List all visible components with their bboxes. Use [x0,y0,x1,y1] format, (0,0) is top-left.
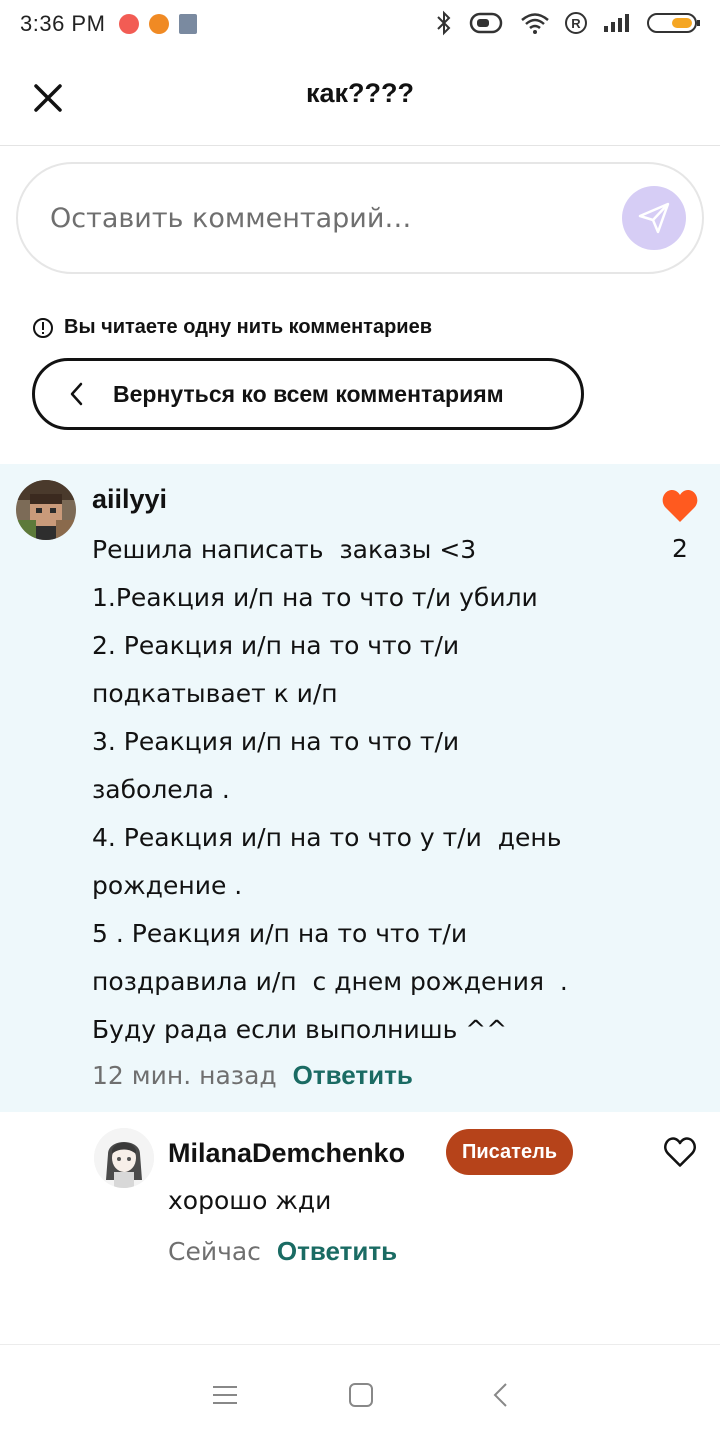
comment-line: поздравила и/п с днем рождения . [92,967,568,996]
comment-line: 1.Реакция и/п на то что т/и убили [92,583,538,612]
back-icon [493,1383,507,1407]
reply-meta: Сейчас Ответить [168,1236,397,1267]
comment-author[interactable]: aiilyyi [92,484,167,515]
comment-meta: 12 мин. назад Ответить [92,1060,413,1091]
status-system-icons: R [434,10,702,36]
comment-line: 4. Реакция и/п на то что у т/и день [92,823,562,852]
send-button[interactable] [622,186,686,250]
menu-nav-button[interactable] [205,1375,245,1415]
menu-icon [213,1386,237,1404]
reply-text: хорошо жди [168,1186,332,1215]
like-button[interactable] [660,486,700,526]
status-bar: 3:36 PM R [0,0,720,48]
writer-badge: Писатель [446,1129,574,1175]
back-to-all-comments-button[interactable]: Вернуться ко всем комментариям [32,358,584,430]
home-square-icon [349,1383,373,1407]
comment-input-container [16,162,704,274]
chevron-left-icon [70,382,83,406]
reply-button[interactable]: Ответить [277,1236,397,1267]
status-app-icons [119,14,198,34]
heart-filled-icon [662,490,698,522]
calculator-app-icon [179,14,198,34]
comment-body: Решила написать заказы <3 1.Реакция и/п … [92,526,612,1054]
comment-line: 2. Реакция и/п на то что т/и [92,631,460,660]
heart-outline-icon [664,1137,696,1167]
avatar[interactable] [16,480,76,540]
comment-line: Решила написать заказы <3 [92,535,477,564]
reply-time: Сейчас [168,1237,261,1266]
battery-icon [647,13,700,33]
comment-line: Буду рада если выполнишь ^^ [92,1015,508,1044]
comment-line: 3. Реакция и/п на то что т/и [92,727,460,756]
bluetooth-icon [437,10,451,36]
registered-icon: R [565,12,587,34]
send-icon [638,202,670,234]
page-title: как???? [305,78,414,108]
like-button[interactable] [662,1134,698,1170]
like-count: 2 [672,534,688,563]
back-nav-button[interactable] [480,1375,520,1415]
reply-author[interactable]: MilanaDemchenko [168,1138,405,1169]
reply-button[interactable]: Ответить [293,1060,413,1091]
comment-line: 5 . Реакция и/п на то что т/и [92,919,468,948]
avatar[interactable] [94,1128,154,1188]
top-bar: как???? [0,48,720,146]
music-app-icon [119,14,140,34]
thread-notice: Вы читаете одну нить комментариев [32,316,432,339]
notification-app-icon [149,14,170,34]
comment-line: подкатывает к и/п [92,679,338,708]
comment-line: рождение . [92,871,243,900]
main-comment: aiilyyi Решила написать заказы <3 1.Реак… [0,464,720,1112]
reply-comment: MilanaDemchenko Писатель хорошо жди Сейч… [0,1112,720,1292]
comment-line: заболела . [92,775,230,804]
back-to-all-comments-label: Вернуться ко всем комментариям [113,380,504,407]
system-nav-bar [0,1344,720,1440]
vibrate-icon [469,12,503,34]
wifi-icon [521,13,549,34]
thread-notice-text: Вы читаете одну нить комментариев [64,316,433,338]
signal-icon [604,14,629,32]
info-icon [33,317,53,338]
home-nav-button[interactable] [341,1375,381,1415]
svg-text:R: R [571,16,581,31]
comment-time: 12 мин. назад [92,1061,277,1090]
comment-input[interactable] [50,202,590,234]
status-time: 3:36 PM [20,11,106,36]
